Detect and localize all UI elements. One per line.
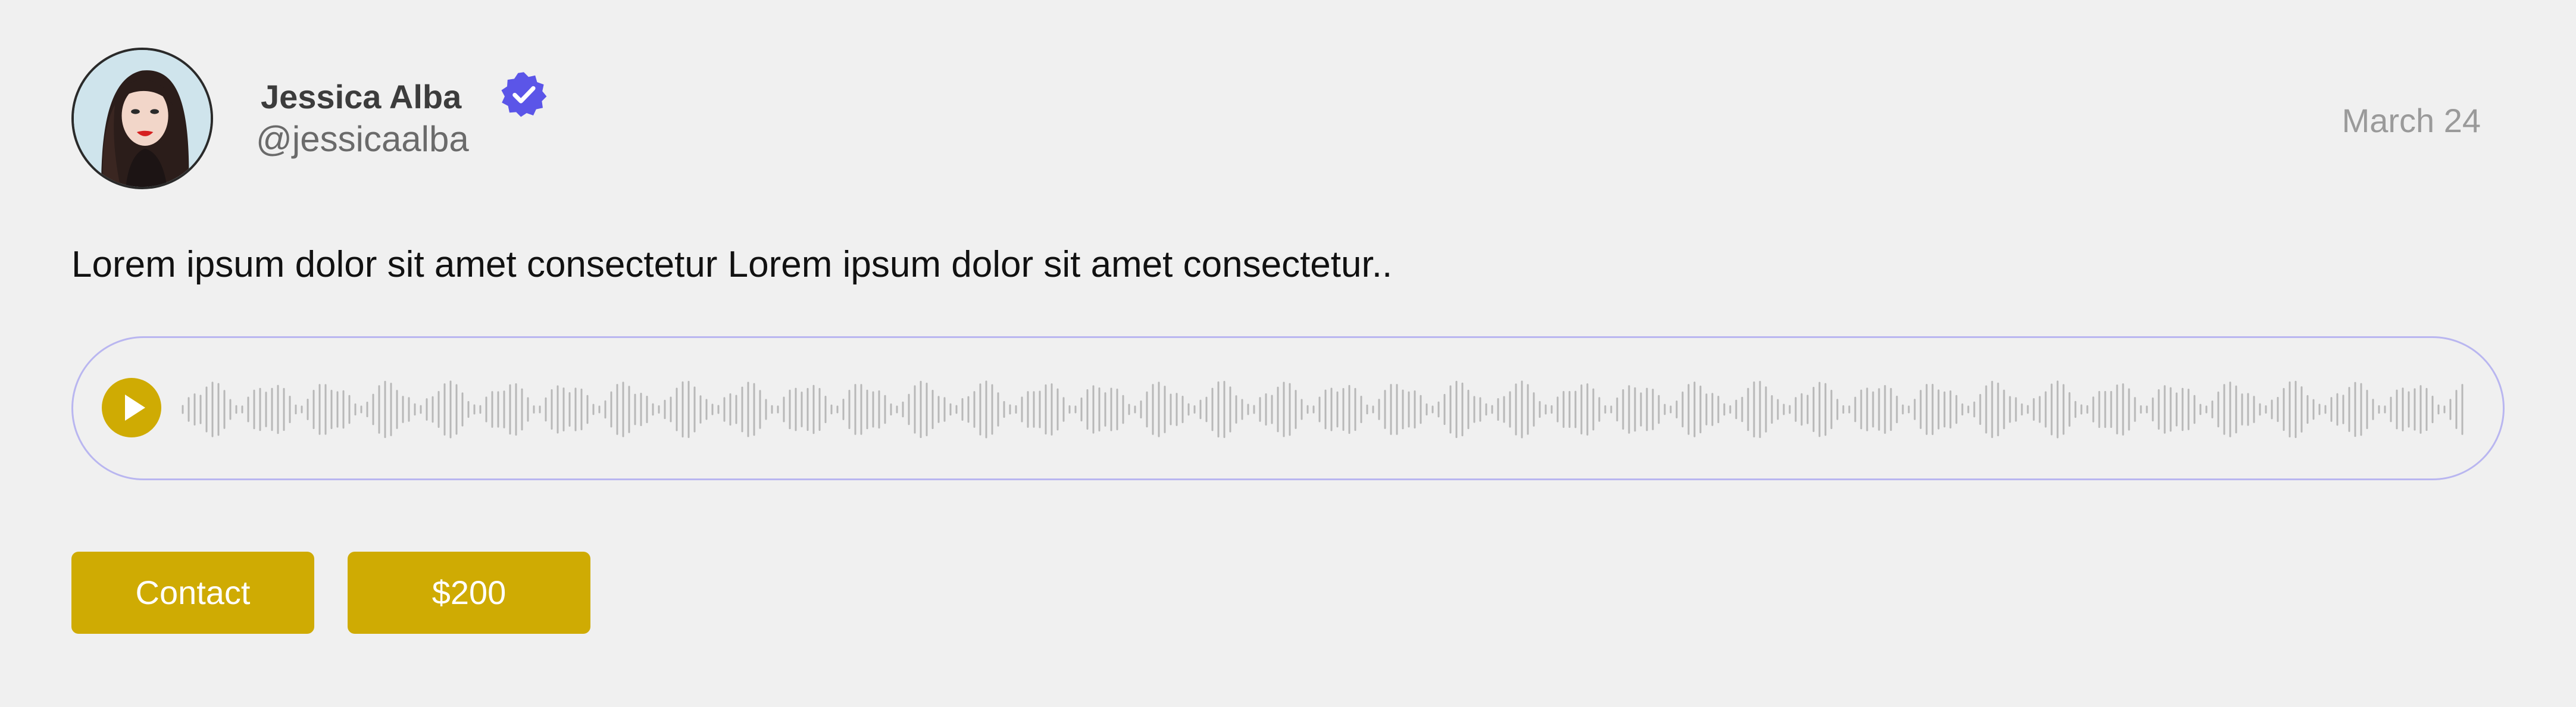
audio-player [71,336,2505,480]
play-icon [125,395,145,421]
post-text: Lorem ipsum dolor sit amet consectetur L… [71,244,1393,285]
user-handle[interactable]: @jessicaalba [256,118,469,161]
post-date: March 24 [2341,102,2481,139]
verified-badge-icon [501,72,547,117]
play-button[interactable] [102,378,161,437]
contact-button[interactable]: Contact [71,552,314,634]
user-name[interactable]: Jessica Alba [261,76,461,118]
avatar-image [74,50,211,187]
price-button[interactable]: $200 [348,552,590,634]
audio-waveform[interactable] [180,350,2466,469]
avatar[interactable] [71,48,213,189]
